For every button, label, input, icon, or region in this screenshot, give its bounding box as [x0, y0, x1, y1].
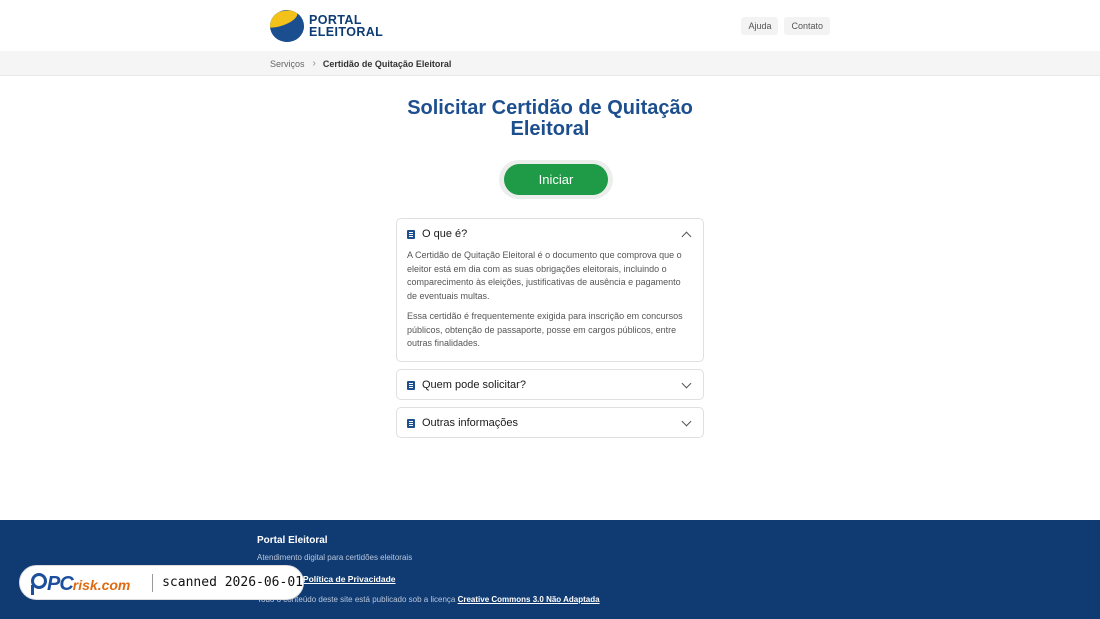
page-title: Solicitar Certidão de Quitação Eleitoral — [407, 97, 693, 140]
logo-text: PORTAL ELEITORAL — [309, 12, 384, 39]
brazil-flag-icon — [270, 9, 304, 42]
accordion-other-info: Outras informações — [396, 407, 704, 438]
portal-logo[interactable]: PORTAL ELEITORAL — [270, 9, 383, 42]
paragraph-definition: A Certidão de Quitação Eleitoral é o doc… — [407, 250, 682, 301]
accordion-who-can-request: Quem pode solicitar? — [396, 369, 704, 400]
logo-main: PC — [47, 573, 74, 595]
nav-help-link[interactable]: Ajuda — [741, 17, 779, 35]
breadcrumb: Serviços › Certidão de Quitação Eleitora… — [270, 58, 451, 69]
top-nav: Ajuda Contato — [741, 17, 830, 35]
nav-contact-link[interactable]: Contato — [784, 17, 830, 35]
document-icon — [407, 380, 415, 390]
chevron-down-icon[interactable] — [681, 378, 692, 389]
start-button[interactable]: Iniciar — [504, 164, 608, 195]
logo-line-2: ELEITORAL — [309, 24, 384, 39]
pcrisk-logo-text: PCrisk.com — [47, 573, 130, 596]
breadcrumb-current: Certidão de Quitação Eleitoral — [322, 58, 452, 69]
site-header: PORTAL ELEITORAL Ajuda Contato — [0, 0, 1100, 51]
accordion-title: O que é? — [422, 228, 468, 240]
accordion-title: Quem pode solicitar? — [422, 379, 526, 391]
chevron-up-icon[interactable] — [681, 231, 692, 241]
accordion-header-who-can-request[interactable]: Quem pode solicitar? — [397, 370, 703, 400]
chevron-right-icon: › — [312, 58, 316, 69]
start-button-halo: Iniciar — [499, 160, 613, 199]
footer-privacy-link[interactable]: Política de Privacidade — [303, 574, 396, 584]
footer-title: Portal Eleitoral — [257, 535, 328, 546]
accordion-body-what-is: A Certidão de Quitação Eleitoral é o doc… — [397, 249, 703, 361]
scan-date: scanned 2026-06-01 — [162, 575, 303, 590]
accordion-header-other-info[interactable]: Outras informações — [397, 408, 703, 438]
document-icon — [407, 229, 415, 239]
magnifier-stem — [31, 585, 34, 595]
license-link[interactable]: Creative Commons 3.0 Não Adaptada — [458, 595, 600, 604]
pcrisk-watermark: PCrisk.com scanned 2026-06-01 — [19, 565, 304, 600]
logo-sub: risk.com — [72, 577, 131, 593]
paragraph-usage: Essa certidão é frequentemente exigida p… — [407, 311, 683, 348]
accordion-header-what-is[interactable]: O que é? — [397, 219, 703, 249]
accordion-title: Outras informações — [422, 417, 518, 429]
document-icon — [407, 418, 415, 428]
accordion-what-is: O que é? A Certidão de Quitação Eleitora… — [396, 218, 704, 362]
chevron-down-icon[interactable] — [681, 416, 692, 427]
pcrisk-logo: PCrisk.com — [20, 565, 140, 600]
breadcrumb-bar: Serviços › Certidão de Quitação Eleitora… — [0, 51, 1100, 76]
footer-subtitle: Atendimento digital para certidões eleit… — [257, 553, 413, 562]
footer-license: Todo o conteúdo deste site está publicad… — [257, 595, 600, 604]
breadcrumb-services[interactable]: Serviços — [270, 59, 305, 69]
logo-line-1: PORTAL — [309, 12, 362, 27]
